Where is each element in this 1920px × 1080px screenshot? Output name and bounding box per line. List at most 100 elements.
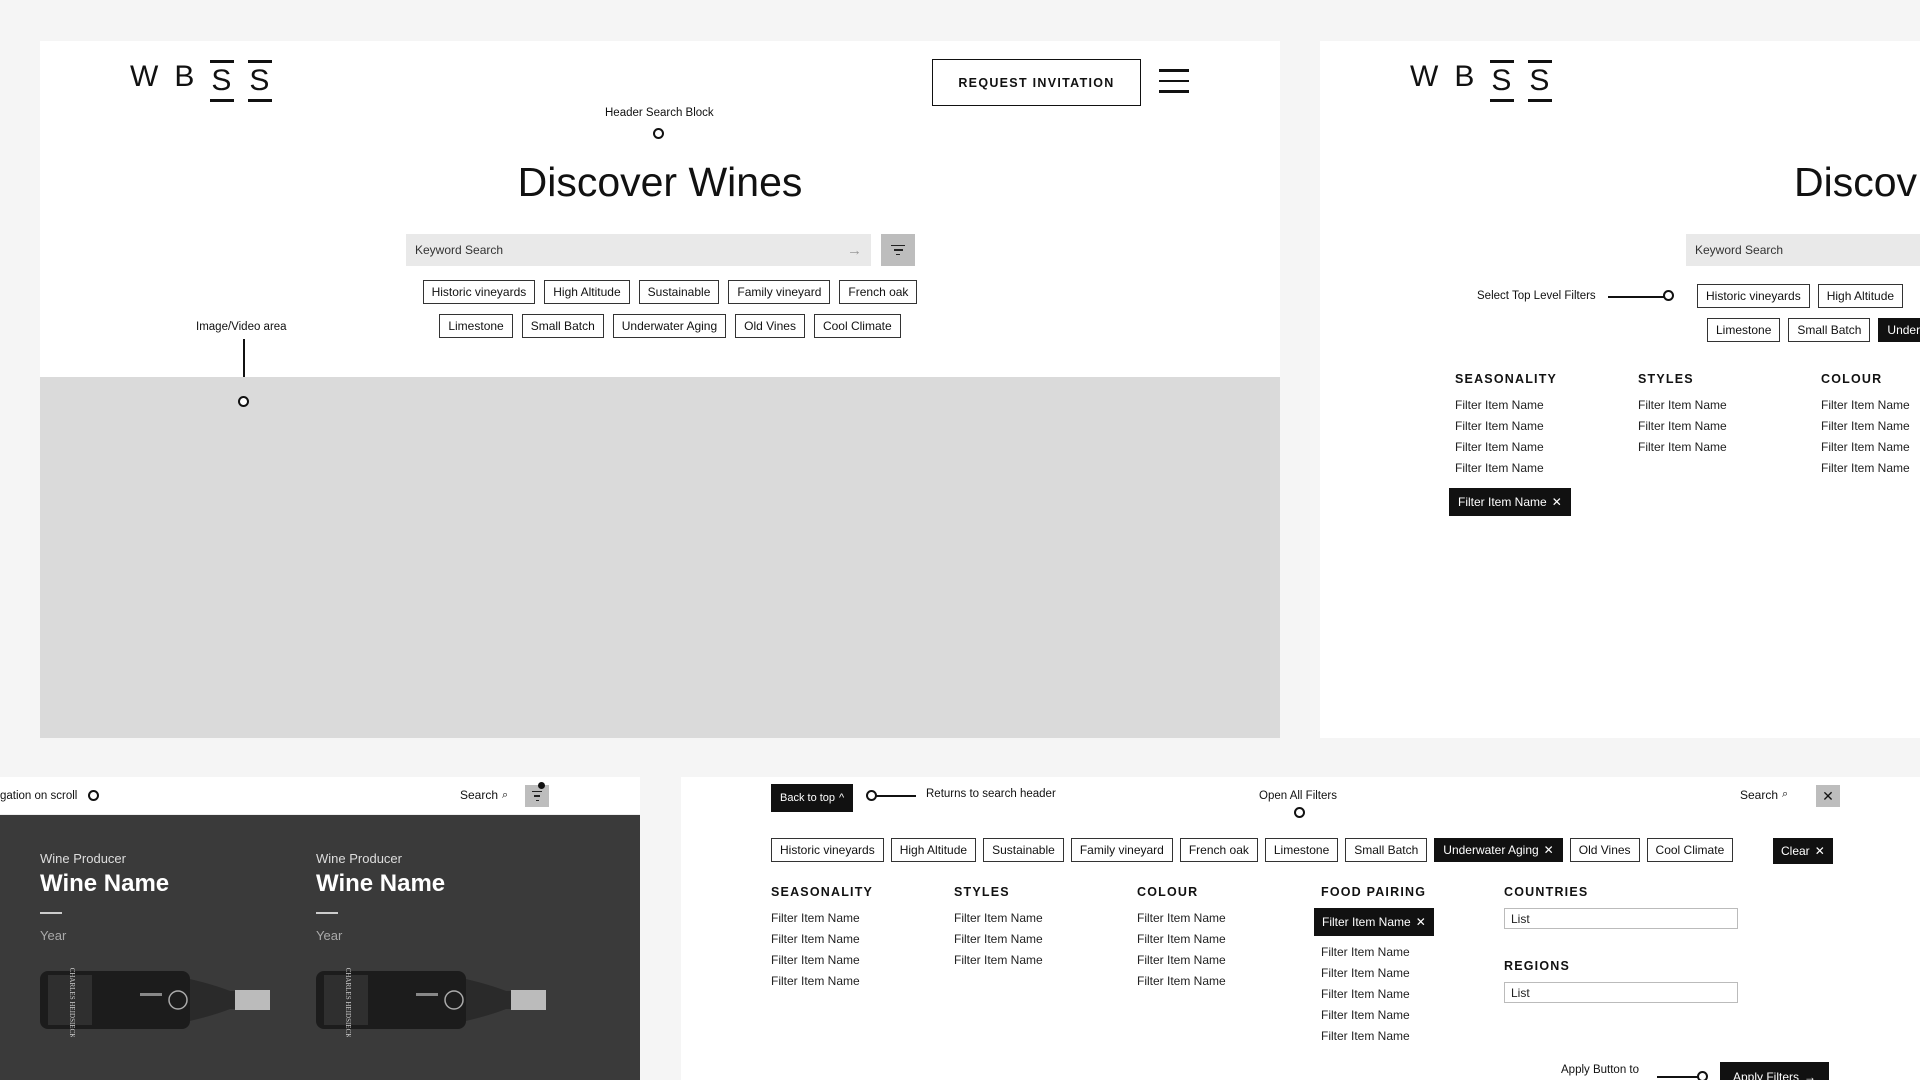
filter-tag[interactable]: French oak <box>839 280 918 304</box>
filter-item[interactable]: Filter Item Name <box>1137 908 1320 929</box>
annotation-dot <box>1294 807 1305 818</box>
note-nav-scroll: gation on scroll <box>0 790 78 802</box>
note-returns: Returns to search header <box>926 788 1056 800</box>
filter-tag[interactable]: High Altitude <box>890 838 977 862</box>
filter-tag[interactable]: French oak <box>1179 838 1258 862</box>
filter-item[interactable]: Filter Item Name <box>1638 395 1821 416</box>
filter-item[interactable]: Filter Item Name <box>1321 942 1504 963</box>
countries-select[interactable]: List <box>1504 908 1738 929</box>
filter-item[interactable]: Filter Item Name <box>1137 929 1320 950</box>
close-icon[interactable]: ✕ <box>1416 915 1426 929</box>
filter-item[interactable]: Filter Item Name <box>1321 984 1504 1005</box>
filter-item[interactable]: Filter Item Name <box>954 929 1137 950</box>
selected-filter-chip[interactable]: Filter Item Name ✕ <box>1314 908 1434 936</box>
results-panel: Wine Producer Wine Name Year CHARLES HEIDSI… <box>0 815 640 1080</box>
search-icon: ⌕ <box>502 788 509 801</box>
divider <box>40 912 62 914</box>
apply-filters-button[interactable]: Apply Filters → <box>1720 1062 1830 1080</box>
filter-item[interactable]: Filter Item Name <box>1321 1005 1504 1026</box>
close-filters-button[interactable]: ✕ <box>1816 785 1840 807</box>
filter-item[interactable]: Filter Item Name <box>771 908 954 929</box>
arrow-right-icon[interactable]: → <box>847 242 862 259</box>
filter-item[interactable]: Filter Item Name <box>1821 437 1920 458</box>
column-heading: FOOD PAIRING <box>1321 885 1427 899</box>
filter-item[interactable]: Filter Item Name <box>1455 437 1638 458</box>
wine-producer: Wine Producer <box>316 851 402 866</box>
filter-item[interactable]: Filter Item Name <box>1455 458 1638 479</box>
filter-tag[interactable]: Historic vineyards <box>771 838 884 862</box>
wine-card[interactable]: Wine Producer Wine Name Year CHARLES HEIDSI… <box>40 851 270 1037</box>
column-heading: STYLES <box>954 885 1010 899</box>
filter-tag[interactable]: High Altitude <box>544 280 630 304</box>
filter-tag[interactable]: Historic vineyards <box>1697 284 1810 308</box>
filter-item[interactable]: Filter Item Name <box>1137 950 1320 971</box>
filter-icon[interactable] <box>525 785 549 807</box>
filter-tag[interactable]: Family vineyard <box>1070 838 1173 862</box>
column-heading: SEASONALITY <box>771 885 874 899</box>
wine-name: Wine Name <box>40 870 170 897</box>
filter-item[interactable]: Filter Item Name <box>1638 437 1821 458</box>
filter-tag[interactable]: Underwater Aging <box>612 314 727 338</box>
column-heading: COLOUR <box>1137 885 1199 899</box>
filter-item[interactable]: Filter Item Name <box>1321 963 1504 984</box>
filter-tag[interactable]: Limestone <box>1707 318 1781 342</box>
bottle-label: CHARLES HEIDSIECK <box>68 967 76 1036</box>
filter-item[interactable]: Filter Item Name <box>1455 416 1638 437</box>
filter-tag-selected[interactable]: Underwater Aging ✕ <box>1434 838 1563 862</box>
filter-item[interactable]: Filter Item Name <box>1137 971 1320 992</box>
filter-tag[interactable]: Cool Climate <box>1646 838 1734 862</box>
wine-year: Year <box>316 927 343 943</box>
logo[interactable]: WBSS <box>130 60 273 102</box>
filter-item[interactable]: Filter Item Name <box>771 929 954 950</box>
close-icon[interactable]: ✕ <box>1552 495 1562 509</box>
search-link[interactable]: Search ⌕ <box>460 788 508 802</box>
filter-tag[interactable]: Old Vines <box>1569 838 1640 862</box>
board-filters-open: WBSS Discov Keyword Search Select Top Le… <box>1320 41 1920 738</box>
request-invitation-button[interactable]: REQUEST INVITATION <box>932 59 1141 106</box>
filter-tag[interactable]: Sustainable <box>638 280 720 304</box>
regions-select[interactable]: List <box>1504 982 1738 1003</box>
close-icon: ✕ <box>1822 787 1834 804</box>
filter-item[interactable]: Filter Item Name <box>954 908 1137 929</box>
note-image-area: Image/Video area <box>196 321 287 333</box>
filter-item[interactable]: Filter Item Name <box>1321 1026 1504 1047</box>
filter-tag[interactable]: Small Batch <box>1345 838 1428 862</box>
back-to-top-button[interactable]: Back to top ^ <box>771 784 854 812</box>
logo[interactable]: WBSS <box>1410 60 1553 102</box>
filter-item[interactable]: Filter Item Name <box>1455 395 1638 416</box>
filter-item[interactable]: Filter Item Name <box>1638 416 1821 437</box>
filter-item[interactable]: Filter Item Name <box>954 950 1137 971</box>
filter-tag[interactable]: Cool Climate <box>813 314 901 338</box>
menu-icon[interactable] <box>1159 69 1189 93</box>
filter-item[interactable]: Filter Item Name <box>1821 416 1920 437</box>
search-input[interactable]: Keyword Search <box>1686 234 1920 266</box>
bottle-label: CHARLES HEIDSIECK <box>344 967 352 1036</box>
filter-tag[interactable]: Sustainable <box>983 838 1064 862</box>
wine-producer: Wine Producer <box>40 851 126 866</box>
selected-filter-chip[interactable]: Filter Item Name ✕ <box>1449 488 1571 516</box>
board-desktop-header: WBSS REQUEST INVITATION Header Search Bl… <box>40 41 1280 738</box>
search-link[interactable]: Search ⌕ <box>1740 788 1788 802</box>
filter-tag[interactable]: High Altitude <box>1817 284 1904 308</box>
filter-tag[interactable]: Historic vineyards <box>422 280 536 304</box>
filter-columns: SEASONALITY Filter Item Name Filter Item N… <box>1455 372 1920 479</box>
filter-item[interactable]: Filter Item Name <box>1821 458 1920 479</box>
note-header-search: Header Search Block <box>605 107 714 119</box>
filter-tag[interactable]: Limestone <box>439 314 513 338</box>
filter-tag[interactable]: Small Batch <box>1788 318 1871 342</box>
page-title: Discov <box>1794 159 1918 205</box>
filter-item[interactable]: Filter Item Name <box>1821 395 1920 416</box>
filter-item[interactable]: Filter Item Name <box>771 971 954 992</box>
close-icon[interactable]: ✕ <box>1544 843 1554 857</box>
wine-card[interactable]: Wine Producer Wine Name Year CHARLES HEIDSI… <box>316 851 546 1037</box>
filter-tag[interactable]: Old Vines <box>735 314 805 338</box>
search-input[interactable]: Keyword Search → <box>406 234 871 266</box>
filter-tag[interactable]: Limestone <box>1264 838 1339 862</box>
filter-tag[interactable]: Small Batch <box>521 314 604 338</box>
filter-tag[interactable]: Underv <box>1878 318 1920 342</box>
filter-tag[interactable]: Family vineyard <box>728 280 831 304</box>
clear-button[interactable]: Clear ✕ <box>1773 838 1833 864</box>
wine-list: Wine Producer Wine Name Year CHARLES HEIDSI… <box>40 851 546 1037</box>
filter-item[interactable]: Filter Item Name <box>771 950 954 971</box>
filter-icon[interactable] <box>881 234 915 266</box>
